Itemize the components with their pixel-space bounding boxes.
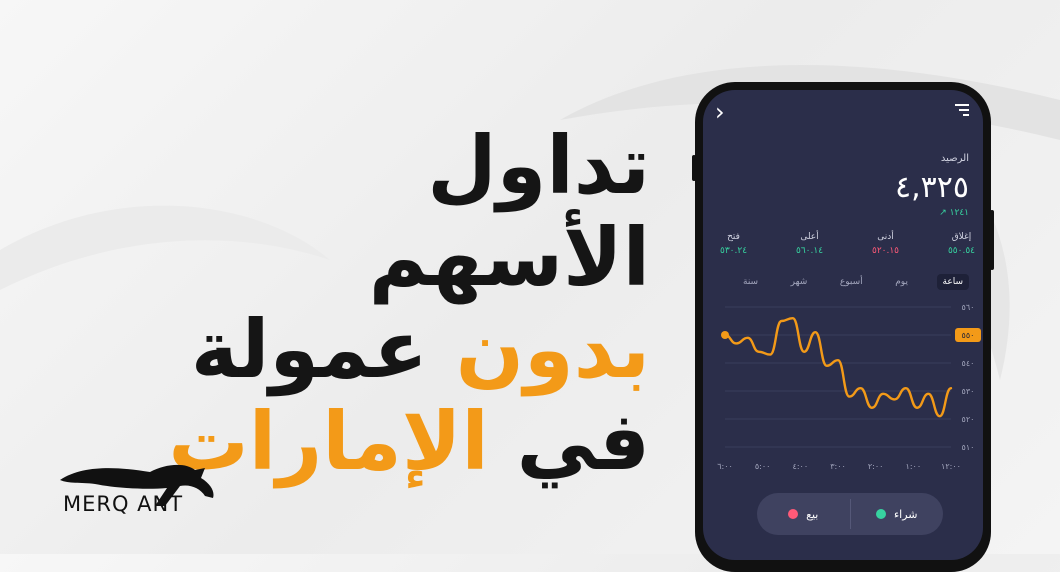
sell-button[interactable]: بيع	[757, 493, 850, 535]
buy-button[interactable]: شراء	[851, 493, 944, 535]
buy-plus-icon	[876, 509, 886, 519]
stat-low: أدنى ٥٢٠.١٥	[872, 232, 899, 256]
stat-low-label: أدنى	[877, 232, 894, 242]
price-series-line	[723, 316, 953, 418]
x-tick-label: ٤:٠٠	[793, 462, 809, 471]
phone-side-button-left	[692, 155, 696, 181]
series-start-point	[721, 331, 729, 339]
headline-in: في	[516, 395, 650, 488]
stat-high-value: ٥٦٠.١٤	[796, 246, 824, 256]
y-tick-label: ٥١٠	[962, 443, 975, 452]
timeframe-tabs: ساعة يوم أسبوع شهر سنة	[739, 274, 969, 290]
phone-screen: ‹ الرصيد ٤,٣٢٥ ١٢٤١ ↗ إغلاق ٥٥٠.٥٤ أدنى …	[703, 90, 983, 560]
chevron-left-icon[interactable]: ‹	[715, 98, 725, 126]
headline: تداول الأسهم بدون عمولة في الإمارات	[168, 120, 650, 488]
balance-value: ٤,٣٢٥	[895, 170, 969, 205]
x-tick-label: ٢:٠٠	[868, 462, 884, 471]
tab-hour[interactable]: ساعة	[936, 274, 969, 290]
hamburger-menu-icon[interactable]	[955, 104, 969, 116]
sell-minus-icon	[788, 509, 799, 519]
phone-side-button-right	[990, 210, 994, 270]
balance-label: الرصيد	[940, 153, 969, 164]
headline-accent-no: بدون	[455, 303, 650, 396]
x-tick-label: ١:٠٠	[906, 462, 922, 471]
headline-line-2: الأسهم	[368, 211, 650, 304]
x-tick-label: ١٢:٠٠	[941, 462, 961, 471]
stat-high-label: أعلى	[800, 232, 819, 242]
y-tick-label: ٥٦٠	[962, 303, 975, 312]
tab-week[interactable]: أسبوع	[836, 275, 867, 289]
stat-open-value: ٥٣٠.٢٤	[720, 246, 748, 256]
y-tick-label: ٥٤٠	[962, 359, 975, 368]
trade-action-bar: شراء بيع	[757, 493, 943, 535]
price-stats: إغلاق ٥٥٠.٥٤ أدنى ٥٢٠.١٥ أعلى ٥٦٠.١٤ فتح…	[720, 232, 975, 256]
balance-change: ١٢٤١ ↗	[939, 208, 969, 218]
stat-close-value: ٥٥٠.٥٤	[947, 246, 975, 256]
x-tick-label: ٦:٠٠	[717, 462, 733, 471]
headline-commission: عمولة	[190, 303, 428, 396]
stat-close-label: إغلاق	[951, 232, 972, 242]
x-tick-label: ٣:٠٠	[830, 462, 846, 471]
action-separator	[849, 499, 851, 529]
stat-open: فتح ٥٣٠.٢٤	[720, 232, 747, 256]
headline-line-4: في الإمارات	[168, 396, 650, 488]
stat-low-value: ٥٢٠.١٥	[871, 246, 900, 256]
y-tick-label: ٥٢٠	[962, 415, 975, 424]
y-tick-label: ٥٥٠	[962, 331, 975, 340]
sell-label: بيع	[806, 507, 819, 521]
tab-year[interactable]: سنة	[739, 275, 762, 289]
tab-month[interactable]: شهر	[787, 275, 812, 289]
headline-line-3: بدون عمولة	[168, 304, 650, 396]
y-tick-label: ٥٣٠	[962, 387, 975, 396]
stat-high: أعلى ٥٦٠.١٤	[796, 232, 823, 256]
x-tick-label: ٥:٠٠	[755, 462, 771, 471]
stat-open-label: فتح	[727, 232, 740, 242]
buy-label: شراء	[894, 507, 918, 521]
brand-logo-text: MERQ ANT	[63, 492, 184, 516]
stat-close: إغلاق ٥٥٠.٥٤	[948, 232, 975, 256]
tab-day[interactable]: يوم	[891, 275, 912, 289]
price-line-chart: ٥٦٠ ٥٥٠ ٥٤٠ ٥٣٠ ٥٢٠ ٥١٠ ٦:٠٠ ٥:٠٠ ٤:٠٠ ٣:٠٠ ٢:٠٠ ١:…	[717, 303, 981, 471]
headline-line-1: تداول	[427, 119, 650, 212]
